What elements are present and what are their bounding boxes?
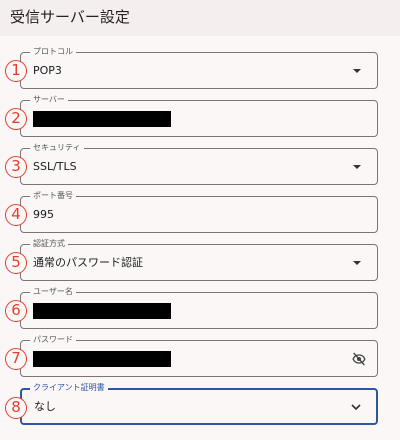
client-certificate-value: なし <box>34 400 56 413</box>
auth-method-label: 認証方式 <box>30 238 68 250</box>
security-label: セキュリティ <box>30 142 84 154</box>
number-badge-6: 6 <box>5 300 27 322</box>
client-certificate-label: クライアント証明書 <box>30 382 108 394</box>
number-badge-5: 5 <box>5 252 27 274</box>
auth-method-select[interactable]: 認証方式 通常のパスワード認証 <box>20 238 378 281</box>
number-badge-1: 1 <box>5 60 27 82</box>
caret-down-icon[interactable] <box>353 69 361 73</box>
number-badge-8: 8 <box>5 397 27 419</box>
password-field[interactable]: パスワード <box>20 334 378 377</box>
protocol-label: プロトコル <box>30 46 76 58</box>
auth-method-value: 通常のパスワード認証 <box>33 256 143 269</box>
port-field[interactable]: ポート番号 995 <box>20 190 378 233</box>
page-title: 受信サーバー設定 <box>10 8 130 26</box>
port-label: ポート番号 <box>30 190 76 202</box>
chevron-down-icon[interactable] <box>350 401 362 413</box>
protocol-value: POP3 <box>33 64 62 77</box>
number-badge-4: 4 <box>5 204 27 226</box>
client-certificate-select[interactable]: クライアント証明書 なし <box>20 382 378 425</box>
caret-down-icon[interactable] <box>353 261 361 265</box>
security-value: SSL/TLS <box>33 160 77 173</box>
protocol-select[interactable]: プロトコル POP3 <box>20 46 378 89</box>
password-label: パスワード <box>30 334 76 346</box>
redacted-username-value <box>33 303 171 319</box>
caret-down-icon[interactable] <box>353 165 361 169</box>
number-badge-7: 7 <box>5 348 27 370</box>
username-field[interactable]: ユーザー名 <box>20 286 378 329</box>
port-value: 995 <box>33 208 54 221</box>
redacted-server-value <box>33 111 171 127</box>
server-field[interactable]: サーバー <box>20 94 378 137</box>
eye-off-icon[interactable] <box>351 351 367 367</box>
number-badge-3: 3 <box>5 156 27 178</box>
security-select[interactable]: セキュリティ SSL/TLS <box>20 142 378 185</box>
redacted-password-value <box>33 351 171 367</box>
number-badge-2: 2 <box>5 108 27 130</box>
username-label: ユーザー名 <box>30 286 76 298</box>
server-label: サーバー <box>30 94 68 106</box>
app-header: 受信サーバー設定 <box>0 0 400 36</box>
